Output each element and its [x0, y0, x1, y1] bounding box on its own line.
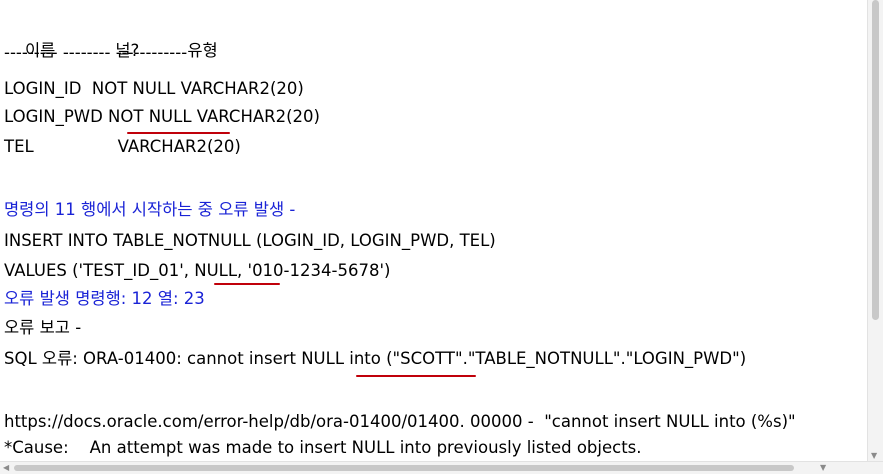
header-separator: --------- -------- ------------ — [4, 43, 188, 62]
error-report-label: 오류 보고 - — [4, 318, 82, 337]
describe-header: 이름 널? 유형 — [4, 12, 218, 60]
column-header-type: 유형 — [187, 41, 218, 60]
error-position-message: 오류 발생 명령행: 12 열: 23 — [4, 289, 205, 308]
scroll-down-small-arrow-icon: ▼ — [820, 463, 827, 472]
scroll-left-arrow-icon[interactable]: ◀ — [3, 463, 9, 473]
error-cause: *Cause: An attempt was made to insert NU… — [4, 438, 642, 457]
sql-error-message: SQL 오류: ORA-01400: cannot insert NULL in… — [4, 349, 747, 368]
values-statement-line: VALUES ('TEST_ID_01', NULL, '010-1234-56… — [4, 261, 391, 280]
underline-null-into — [356, 375, 476, 377]
horizontal-scroll-thumb[interactable] — [14, 465, 794, 471]
column-row-tel: TEL VARCHAR2(20) — [4, 137, 241, 156]
insert-statement-line: INSERT INTO TABLE_NOTNULL (LOGIN_ID, LOG… — [4, 231, 496, 250]
horizontal-scrollbar[interactable]: ◀ ▼ — [0, 461, 883, 474]
error-start-message: 명령의 11 행에서 시작하는 중 오류 발생 - — [4, 200, 296, 219]
scroll-down-arrow-icon[interactable]: ▼ — [871, 452, 877, 460]
vertical-scrollbar[interactable]: ▼ — [867, 0, 883, 462]
column-row-login-id: LOGIN_ID NOT NULL VARCHAR2(20) — [4, 79, 304, 98]
vertical-scroll-thumb[interactable] — [872, 0, 879, 320]
column-row-login-pwd: LOGIN_PWD NOT NULL VARCHAR2(20) — [4, 107, 320, 126]
script-output-panel: 이름 널? 유형 --------- -------- ------------ L… — [0, 0, 868, 462]
error-help-url: https://docs.oracle.com/error-help/db/or… — [4, 412, 796, 431]
underline-null-value — [214, 283, 280, 285]
